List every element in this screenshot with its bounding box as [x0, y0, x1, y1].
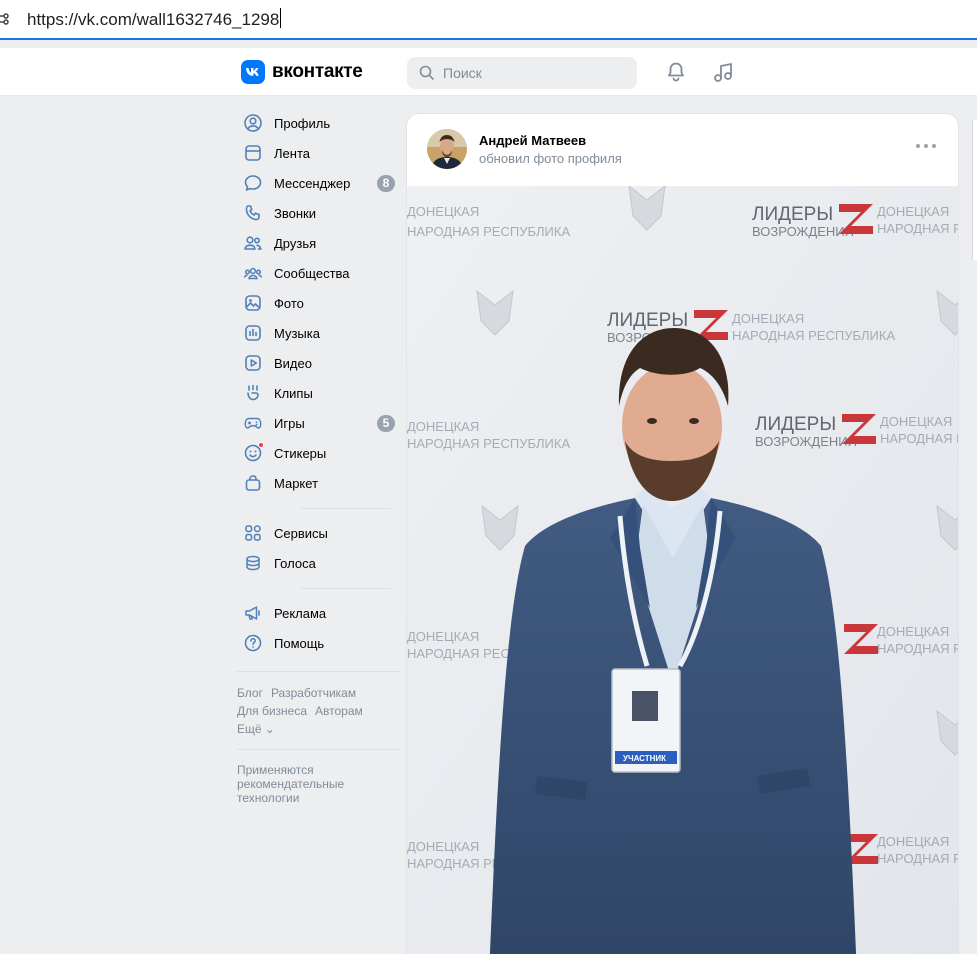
vk-logo-icon: [241, 60, 265, 84]
backdrop-text: НАРОДНАЯ РЕСПУБЛИКА: [877, 641, 958, 656]
backdrop-text: ДОНЕЦКАЯ: [732, 311, 804, 326]
music-note-icon[interactable]: [711, 60, 735, 84]
backdrop-text: ЛИДЕРЫ: [755, 414, 836, 435]
phone-icon: [243, 203, 263, 223]
new-stickers-dot: [258, 442, 264, 448]
backdrop-text: ЛИДЕРЫ: [607, 310, 688, 331]
sidebar-item-messenger[interactable]: Мессенджер 8: [237, 168, 399, 198]
search-icon: [419, 65, 434, 80]
backdrop-text: ДОНЕЦКАЯ: [407, 629, 479, 644]
sidebar-item-market[interactable]: Маркет: [237, 468, 399, 498]
nav-divider: [301, 588, 391, 589]
video-icon: [243, 353, 263, 373]
messenger-counter-badge: 8: [377, 175, 395, 192]
sidebar-item-votes[interactable]: Голоса: [237, 548, 399, 578]
backdrop-text: ДОНЕЦКАЯ: [877, 834, 949, 849]
profile-photo[interactable]: ЛИДЕРЫ ВОЗРОЖДЕНИЯ ДОНЕЦКАЯ НАРОДНАЯ РЕС…: [407, 186, 958, 954]
backdrop-text: НАРОДНАЯ РЕСПУБЛИКА: [407, 436, 570, 451]
vk-logo[interactable]: вконтакте: [241, 60, 363, 84]
backdrop-text: НАРОДНАЯ РЕСПУБЛИКА: [880, 431, 958, 446]
search-input[interactable]: [443, 57, 623, 89]
footer-link-developers[interactable]: Разработчикам: [271, 686, 356, 700]
footer-links: Блог Разработчикам Для бизнеса Авторам Ещё…: [237, 684, 402, 738]
friends-icon: [243, 233, 263, 253]
sidebar-item-games[interactable]: Игры 5: [237, 408, 399, 438]
sidebar-item-calls[interactable]: Звонки: [237, 198, 399, 228]
music-icon: [243, 323, 263, 343]
footer-link-authors[interactable]: Авторам: [315, 704, 363, 718]
backdrop-text: ДОНЕЦКАЯ: [880, 414, 952, 429]
sidebar-item-clips[interactable]: Клипы: [237, 378, 399, 408]
right-panel-edge: [972, 120, 977, 260]
backdrop-text: ЛИДЕРЫ: [752, 204, 833, 225]
backdrop-text: ДОНЕЦКАЯ: [407, 419, 479, 434]
sidebar-item-feed[interactable]: Лента: [237, 138, 399, 168]
photo-icon: [243, 293, 263, 313]
backdrop-text: НАРОДНАЯ РЕСПУБЛИКА: [877, 851, 958, 866]
vk-logo-text: вконтакте: [272, 61, 363, 82]
page-root: https://vk.com/wall1632746_1298 вконтакт…: [0, 0, 977, 954]
bell-icon[interactable]: [664, 60, 688, 84]
backdrop-text: ДОНЕЦКАЯ: [407, 204, 479, 219]
more-dot: [924, 144, 928, 148]
footer-divider: [237, 749, 400, 750]
left-gutter: [0, 97, 228, 954]
badge-role-text: УЧАСТНИК: [623, 754, 666, 763]
post-author-name[interactable]: Андрей Матвеев: [479, 133, 586, 148]
sidebar-item-video[interactable]: Видео: [237, 348, 399, 378]
clips-icon: [243, 383, 263, 403]
sidebar-item-communities[interactable]: Сообщества: [237, 258, 399, 288]
games-counter-badge: 5: [377, 415, 395, 432]
backdrop-text: ВОЗРОЖДЕНИЯ: [752, 224, 854, 239]
coins-icon: [243, 553, 263, 573]
megaphone-icon: [243, 603, 263, 623]
author-avatar[interactable]: [427, 129, 467, 169]
wall-post: Андрей Матвеев обновил фото профиля ЛИДЕ…: [407, 114, 958, 954]
recommendation-tech-note[interactable]: Применяются рекомендательные технологии: [237, 763, 387, 805]
sidebar-item-photos[interactable]: Фото: [237, 288, 399, 318]
services-icon: [243, 523, 263, 543]
newsfeed-icon: [243, 143, 263, 163]
more-dot: [916, 144, 920, 148]
footer-divider: [237, 671, 400, 672]
more-dot: [932, 144, 936, 148]
url-input[interactable]: https://vk.com/wall1632746_1298: [27, 8, 282, 30]
gamepad-icon: [243, 413, 263, 433]
side-navigation: Профиль Лента Мессенджер 8 Звонки Друзья…: [237, 108, 399, 658]
message-icon: [243, 173, 263, 193]
search-box[interactable]: [407, 57, 637, 89]
text-caret: [280, 8, 282, 28]
nav-divider: [301, 508, 391, 509]
sidebar-item-friends[interactable]: Друзья: [237, 228, 399, 258]
footer-link-business[interactable]: Для бизнеса: [237, 704, 307, 718]
backdrop-text: НАРОДНАЯ РЕСПУБЛИКА: [877, 221, 958, 236]
vk-header: вконтакте: [0, 48, 977, 96]
backdrop-text: НАРОДНАЯ РЕСПУБЛИКА: [732, 328, 895, 343]
footer-link-blog[interactable]: Блог: [237, 686, 263, 700]
post-action-text: обновил фото профиля: [479, 151, 622, 166]
sidebar-item-profile[interactable]: Профиль: [237, 108, 399, 138]
sidebar-item-ads[interactable]: Реклама: [237, 598, 399, 628]
sidebar-item-music[interactable]: Музыка: [237, 318, 399, 348]
market-bag-icon: [243, 473, 263, 493]
sidebar-item-services[interactable]: Сервисы: [237, 518, 399, 548]
site-settings-icon[interactable]: [0, 11, 10, 27]
communities-icon: [243, 263, 263, 283]
backdrop-text: ВОЗРОЖДЕНИЯ: [755, 434, 857, 449]
sticker-icon: [243, 442, 264, 463]
post-more-button[interactable]: [916, 144, 936, 152]
user-circle-icon: [243, 113, 263, 133]
help-icon: [243, 633, 263, 653]
sidebar-item-help[interactable]: Помощь: [237, 628, 399, 658]
backdrop-text: ДОНЕЦКАЯ: [877, 624, 949, 639]
footer-link-more[interactable]: Ещё ⌄: [237, 722, 275, 736]
backdrop-text: ДОНЕЦКАЯ: [877, 204, 949, 219]
browser-address-bar: https://vk.com/wall1632746_1298: [0, 0, 977, 40]
backdrop-text: НАРОДНАЯ РЕСПУБЛИКА: [407, 224, 570, 239]
backdrop-text: ДОНЕЦКАЯ: [407, 839, 479, 854]
sidebar-item-stickers[interactable]: Стикеры: [237, 438, 399, 468]
